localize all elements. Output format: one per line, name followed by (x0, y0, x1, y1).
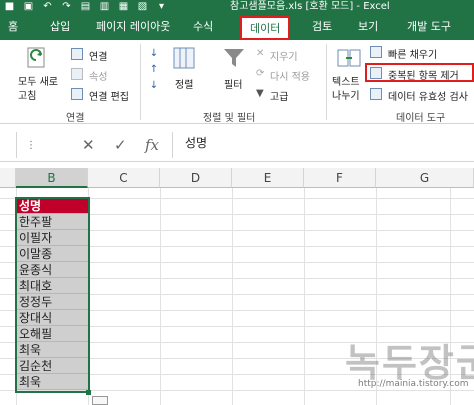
cancel-icon[interactable]: ✕ (82, 136, 95, 154)
tab-view[interactable]: 보기 (358, 14, 378, 40)
customize-qat-icon[interactable]: ▾ (156, 1, 167, 12)
connections-group-label: 연결 (66, 113, 85, 124)
tab-review[interactable]: 검토 (312, 14, 332, 40)
data-validation-icon (370, 88, 382, 100)
more-icon[interactable]: ⋮ (26, 140, 36, 151)
formula-bar: ⋮ ✕ ✓ fx 성명 (0, 128, 474, 162)
save-icon[interactable]: ▣ (23, 1, 34, 12)
edit-links-button[interactable]: 연결 편집 (89, 88, 129, 103)
fill-handle[interactable] (86, 390, 91, 395)
reapply-button[interactable]: 다시 적용 (270, 68, 310, 83)
enter-icon[interactable]: ✓ (114, 136, 127, 154)
column-header-d[interactable]: D (160, 168, 232, 188)
properties-button[interactable]: 속성 (89, 68, 107, 83)
column-header-e[interactable]: E (232, 168, 304, 188)
tab-page-layout[interactable]: 페이지 레이아웃 (96, 14, 170, 40)
formula-input[interactable]: 성명 (185, 134, 207, 151)
qat-icon[interactable]: ▧ (137, 1, 148, 12)
ribbon-tabs: 홈 삽입 페이지 레이아웃 수식 데이터 검토 보기 개발 도구 (0, 14, 474, 40)
tab-data[interactable]: 데이터 (240, 16, 291, 40)
properties-icon (71, 68, 83, 80)
watermark-url: http://mainia.tistory.com (358, 379, 469, 389)
connections-icon (71, 48, 83, 60)
grid-line (160, 188, 161, 405)
filter-button[interactable]: 필터 (224, 76, 242, 91)
advanced-filter-icon: ▼ (256, 88, 264, 99)
quick-access-toolbar: ■ ▣ ↶ ↷ ▤ ▥ ▦ ▧ ▾ (4, 1, 167, 12)
tab-developer[interactable]: 개발 도구 (407, 14, 451, 40)
grid-line (232, 188, 233, 405)
tab-insert[interactable]: 삽입 (50, 14, 70, 40)
refresh-all-icon[interactable] (26, 46, 50, 70)
undo-icon[interactable]: ↶ (42, 1, 53, 12)
text-to-columns-button[interactable]: 텍스트 나누기 (332, 76, 360, 104)
advanced-button[interactable]: 고급 (270, 88, 288, 103)
remove-duplicates-button[interactable]: 중복된 항목 제거 (388, 67, 459, 82)
title-bar: ■ ▣ ↶ ↷ ▤ ▥ ▦ ▧ ▾ 참고샘플모음.xls [호환 모드] - E… (0, 0, 474, 14)
selection-border (15, 197, 90, 393)
insert-function-button[interactable]: fx (145, 136, 159, 154)
connections-button[interactable]: 연결 (89, 48, 107, 63)
qat-icon[interactable]: ▤ (80, 1, 91, 12)
tab-formulas[interactable]: 수식 (193, 14, 213, 40)
window-title: 참고샘플모음.xls [호환 모드] - Excel (230, 1, 390, 12)
column-header-c[interactable]: C (88, 168, 160, 188)
data-validation-button[interactable]: 데이터 유효성 검사 (388, 88, 468, 103)
select-all-corner[interactable] (0, 168, 16, 188)
formula-divider (172, 132, 173, 158)
excel-logo-icon: ■ (4, 1, 15, 12)
qat-icon[interactable]: ▥ (99, 1, 110, 12)
flash-fill-icon (370, 46, 382, 58)
sort-asc-desc-icon[interactable]: ↓ ↑ ↓ (148, 46, 160, 96)
clear-filter-icon: ✕ (256, 48, 265, 59)
group-separator (140, 44, 141, 120)
sort-icon[interactable] (172, 46, 196, 70)
flash-fill-button[interactable]: 빠른 채우기 (388, 46, 437, 61)
column-header-g[interactable]: G (376, 168, 474, 188)
text-to-columns-icon[interactable] (337, 46, 361, 70)
filter-icon[interactable] (222, 46, 246, 70)
sort-button[interactable]: 정렬 (175, 76, 193, 91)
data-tools-group-label: 데이터 도구 (396, 113, 446, 124)
grid-line (304, 188, 305, 405)
refresh-all-button[interactable]: 모두 새로 고침 (18, 76, 58, 104)
column-header-b[interactable]: B (16, 168, 88, 188)
group-separator (326, 44, 327, 120)
remove-duplicates-icon (370, 67, 382, 79)
redo-icon[interactable]: ↷ (61, 1, 72, 12)
quick-analysis-icon[interactable] (92, 396, 108, 405)
clear-button[interactable]: 지우기 (270, 48, 298, 63)
ribbon: 모두 새로 고침 연결 속성 연결 편집 연결 ↓ ↑ ↓ 정렬 필터 ✕ 지우기 … (0, 40, 474, 124)
sort-filter-group-label: 정렬 및 필터 (203, 113, 256, 124)
column-header-f[interactable]: F (304, 168, 376, 188)
edit-links-icon (71, 88, 83, 100)
reapply-icon: ⟳ (256, 68, 265, 79)
tab-home[interactable]: 홈 (8, 14, 18, 40)
name-box-divider (16, 132, 17, 158)
qat-icon[interactable]: ▦ (118, 1, 129, 12)
